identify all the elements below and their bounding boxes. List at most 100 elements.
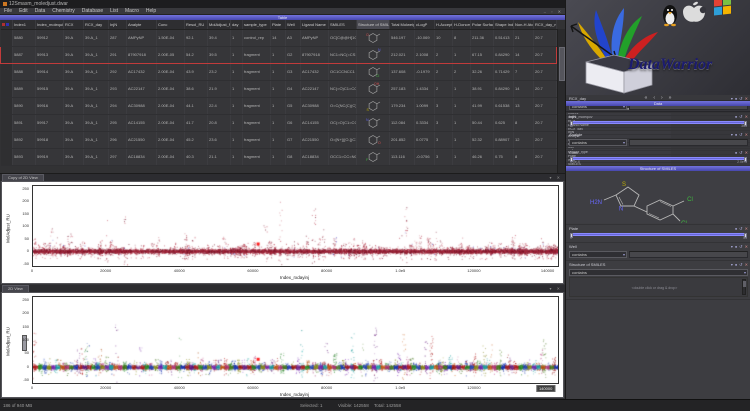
col-header-rcx[interactable]: RCX (64, 20, 84, 29)
filter-text-input[interactable] (629, 139, 748, 146)
col-header-analyte[interactable]: Analyte (127, 20, 157, 29)
col-header-structure-of-smiles[interactable]: Structure of SMILES (357, 20, 390, 29)
col-header-index1[interactable]: Index1 (13, 20, 36, 29)
menu-macro[interactable]: Macro (125, 8, 139, 14)
filter-slider-track[interactable] (570, 157, 747, 160)
col-header-index-molequiv[interactable]: Index_molequiv (36, 20, 64, 29)
col-header-clogp[interactable]: cLogP (415, 20, 435, 29)
slider-handle-min[interactable] (570, 157, 573, 162)
row-marker[interactable] (1, 63, 13, 80)
menu-file[interactable]: File (4, 8, 12, 14)
table-scrollbar[interactable] (557, 29, 565, 173)
col-header-h-acceptors[interactable]: H-Acceptors (435, 20, 453, 29)
col-header-smiles[interactable]: SMILES (329, 20, 357, 29)
filter-animate-icon[interactable]: ● (735, 114, 737, 120)
col-header-total-molweight[interactable]: Total Molweight (390, 20, 415, 29)
filter-menu-icon[interactable]: ▾ (731, 132, 733, 138)
table-cell: 39.A (64, 131, 84, 148)
filter-close-icon[interactable]: ✕ (745, 262, 748, 268)
menu-chemistry[interactable]: Chemistry (52, 8, 75, 14)
plot2-tab[interactable]: 2D View (2, 285, 29, 292)
row-marker[interactable] (1, 131, 13, 148)
row-marker[interactable] (1, 46, 13, 63)
filter-mode-select[interactable]: contains▾ (569, 251, 627, 258)
filter-animate-icon[interactable]: ● (735, 244, 737, 250)
filter-reset-icon[interactable]: ↺ (739, 226, 742, 232)
col-header-injn[interactable]: InjN (109, 20, 127, 29)
filter-close-icon[interactable]: ✕ (745, 150, 748, 156)
col-header-non-h-atoms[interactable]: Non-H Atoms (514, 20, 534, 29)
filter-animate-icon[interactable]: ● (735, 226, 737, 232)
col-header-conc[interactable]: Conc (157, 20, 185, 29)
filter-menu-icon[interactable]: ▾ (731, 262, 733, 268)
col-header-h-donors[interactable]: H-Donors (453, 20, 471, 29)
scatter-canvas-1[interactable] (32, 185, 559, 267)
row-marker[interactable] (1, 29, 13, 46)
table-row[interactable]: 58805991239.A39.A_1287AMPyNP1.50E-0492.1… (1, 29, 557, 46)
filter-animate-icon[interactable]: ● (735, 150, 737, 156)
row-marker[interactable] (1, 97, 13, 114)
plot1-tab[interactable]: Copy of 2D View (2, 174, 44, 181)
filter-reset-icon[interactable]: ↺ (739, 262, 742, 268)
table-row[interactable]: 58925991839.A39.A_1296AC215502.00E-0445.… (1, 131, 557, 148)
col-header-rcx-day[interactable]: RCX_day (84, 20, 109, 29)
col-header-day[interactable]: day (231, 20, 243, 29)
filter-close-icon[interactable]: ✕ (745, 114, 748, 120)
structure-filter-mode-select[interactable]: contains▾ (569, 269, 748, 276)
filter-menu-icon[interactable]: ▾ (731, 244, 733, 250)
filter-animate-icon[interactable]: ● (735, 262, 737, 268)
structure-viewer[interactable]: S N H2N Cl Cl (566, 171, 750, 223)
filter-close-icon[interactable]: ✕ (745, 226, 748, 232)
col-header-ligand-name[interactable]: Ligand Name (301, 20, 329, 29)
title-bar[interactable]: 12Smasm_moledjust.dwar (0, 0, 565, 8)
menu-help[interactable]: Help (146, 8, 156, 14)
col-header-polar-surface-area[interactable]: Polar Surface Area (471, 20, 494, 29)
table-cell: 294 (109, 97, 127, 114)
filter-reset-icon[interactable]: ↺ (739, 132, 742, 138)
table-row[interactable]: 58875991339.A39.A_1291879079182.00E-0554… (1, 46, 557, 63)
col-header-rcx-day-med[interactable]: RCX_day_med (534, 20, 557, 29)
filter-slider-track[interactable] (570, 233, 747, 236)
filter-reset-icon[interactable]: ↺ (739, 150, 742, 156)
filter-injn: InjN●↺✕2363 (566, 113, 750, 131)
col-header-resol-ru[interactable]: Resol_RU (185, 20, 208, 29)
table-row[interactable]: 58885991439.A39.A_1292AC174322.00E-0443.… (1, 63, 557, 80)
menu-list[interactable]: List (110, 8, 118, 14)
structure-scrollbar[interactable] (742, 279, 746, 295)
row-marker[interactable] (1, 114, 13, 131)
col-header-shape-index[interactable]: Shape Index (494, 20, 514, 29)
scatter-canvas-2[interactable] (32, 296, 559, 384)
plot2-view-controls[interactable]: ▾ ✕ (550, 285, 562, 292)
filter-slider-track[interactable] (570, 121, 747, 124)
col-header-moladjust-ru[interactable]: MolAdjust_RU (208, 20, 231, 29)
table-cell: 44.1 (185, 97, 208, 114)
plot1-view-controls[interactable]: ▾ ✕ (550, 174, 562, 181)
menu-data[interactable]: Data (35, 8, 46, 14)
window-controls[interactable]: – ▫ ✕ (544, 8, 563, 15)
filter-reset-icon[interactable]: ↺ (739, 114, 742, 120)
structure-drop-area[interactable]: <double click or drag & drop> (569, 277, 748, 297)
slider-handle-max[interactable] (744, 157, 747, 162)
detail-data-header[interactable]: Data (566, 101, 750, 106)
table-row[interactable]: 58905991639.A39.A_1294AC309882.00E-0444.… (1, 97, 557, 114)
menu-edit[interactable]: Edit (19, 8, 28, 14)
row-marker[interactable] (1, 148, 13, 165)
filter-close-icon[interactable]: ✕ (745, 132, 748, 138)
col-header-well[interactable]: Well (286, 20, 301, 29)
filter-text-input[interactable] (629, 251, 748, 258)
table-row[interactable]: 58935991939.A39.A_1297AC188342.00E-0440.… (1, 148, 557, 165)
filter-mode-select[interactable]: contains▾ (569, 139, 627, 146)
menu-database[interactable]: Database (82, 8, 103, 14)
filter-reset-icon[interactable]: ↺ (739, 244, 742, 250)
slider-handle-min[interactable] (570, 121, 573, 126)
table-row[interactable]: 58915991739.A39.A_1295AC141552.00E-0441.… (1, 114, 557, 131)
table-row[interactable]: 58895991539.A39.A_1293AC221472.00E-0438.… (1, 80, 557, 97)
col-header-sample-type[interactable]: sample_type (243, 20, 271, 29)
slider-handle-min[interactable] (570, 233, 573, 238)
filter-close-icon[interactable]: ✕ (745, 244, 748, 250)
col-header-plate[interactable]: Plate (271, 20, 286, 29)
filter-animate-icon[interactable]: ● (735, 132, 737, 138)
row-marker[interactable] (1, 80, 13, 97)
slider-handle-max[interactable] (744, 121, 747, 126)
slider-handle-max[interactable] (744, 233, 747, 238)
